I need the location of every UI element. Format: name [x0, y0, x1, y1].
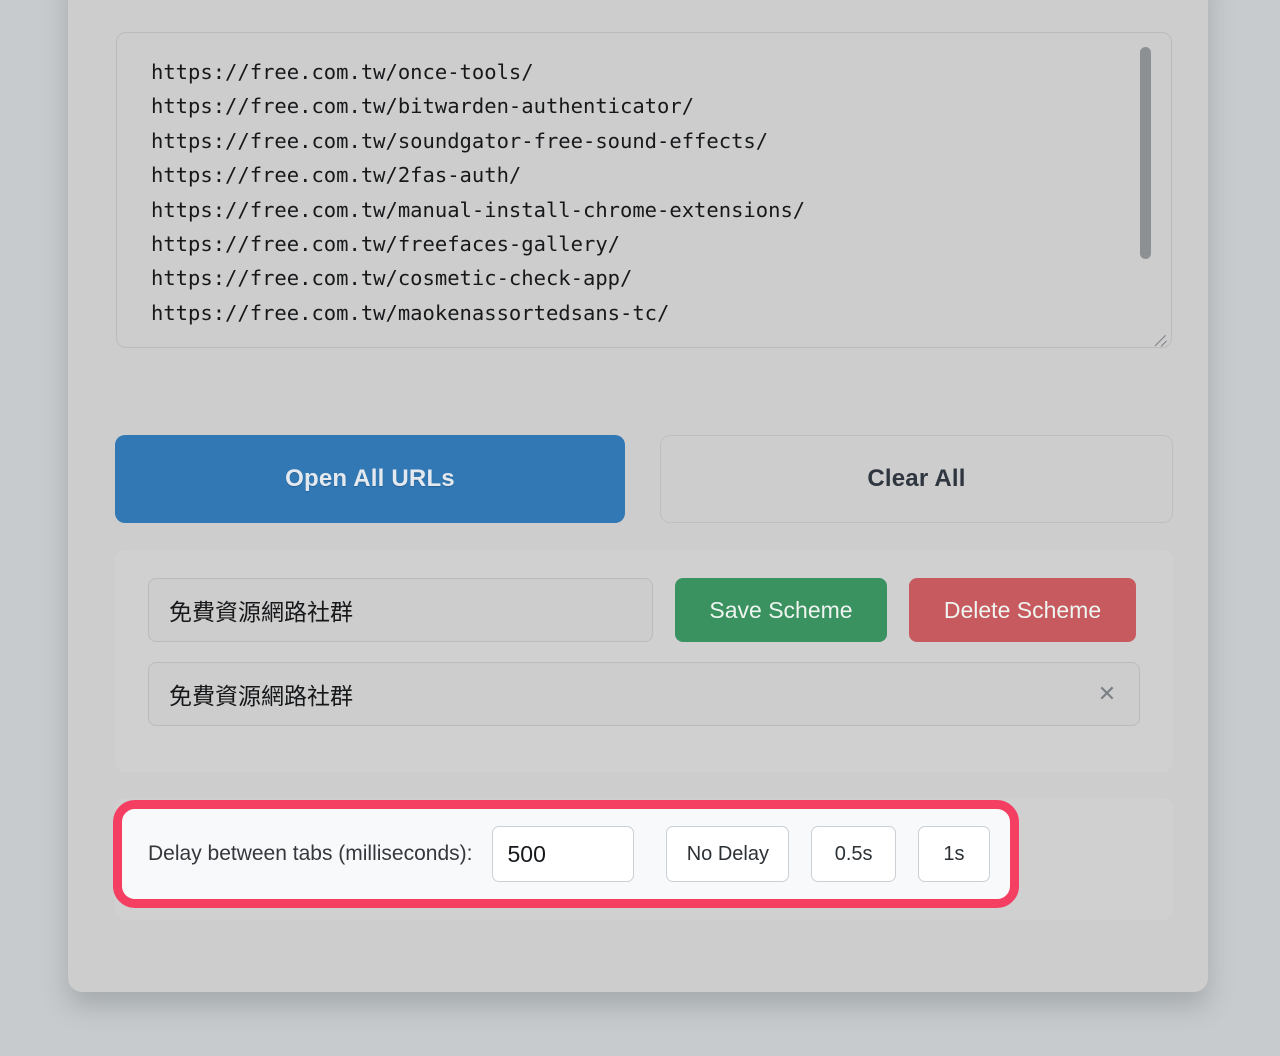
app-card: Open All URLs Clear All Save Scheme Dele…: [68, 0, 1208, 992]
delete-scheme-button[interactable]: Delete Scheme: [909, 578, 1136, 642]
scheme-panel: Save Scheme Delete Scheme 免費資源網路社群 ✕: [115, 550, 1173, 772]
delay-input[interactable]: [492, 826, 635, 882]
urls-scrollbar-thumb[interactable]: [1140, 47, 1151, 259]
urls-scrollbar-track[interactable]: [1140, 37, 1163, 322]
action-button-row: Open All URLs Clear All: [115, 435, 1173, 523]
scheme-list-item-label: 免費資源網路社群: [169, 683, 353, 709]
clear-all-button[interactable]: Clear All: [660, 435, 1173, 523]
delay-label: Delay between tabs (milliseconds):: [148, 842, 473, 865]
scheme-list-item[interactable]: 免費資源網路社群 ✕: [148, 662, 1140, 726]
delay-settings-highlight: Delay between tabs (milliseconds): No De…: [113, 800, 1019, 908]
urls-textarea[interactable]: [116, 32, 1172, 348]
scheme-list: 免費資源網路社群 ✕: [148, 662, 1140, 726]
scheme-name-input[interactable]: [148, 578, 653, 642]
save-scheme-button[interactable]: Save Scheme: [675, 578, 887, 642]
open-all-urls-button[interactable]: Open All URLs: [115, 435, 625, 523]
delay-preset-one-second-button[interactable]: 1s: [917, 826, 990, 882]
delay-preset-half-second-button[interactable]: 0.5s: [811, 826, 896, 882]
scheme-save-row: Save Scheme Delete Scheme: [148, 578, 1140, 642]
delay-preset-no-delay-button[interactable]: No Delay: [666, 826, 790, 882]
delay-settings-row: Delay between tabs (milliseconds): No De…: [122, 809, 1010, 899]
urls-textarea-container: [116, 32, 1172, 348]
resize-handle-icon[interactable]: [1152, 328, 1169, 345]
close-icon[interactable]: ✕: [1095, 682, 1119, 706]
